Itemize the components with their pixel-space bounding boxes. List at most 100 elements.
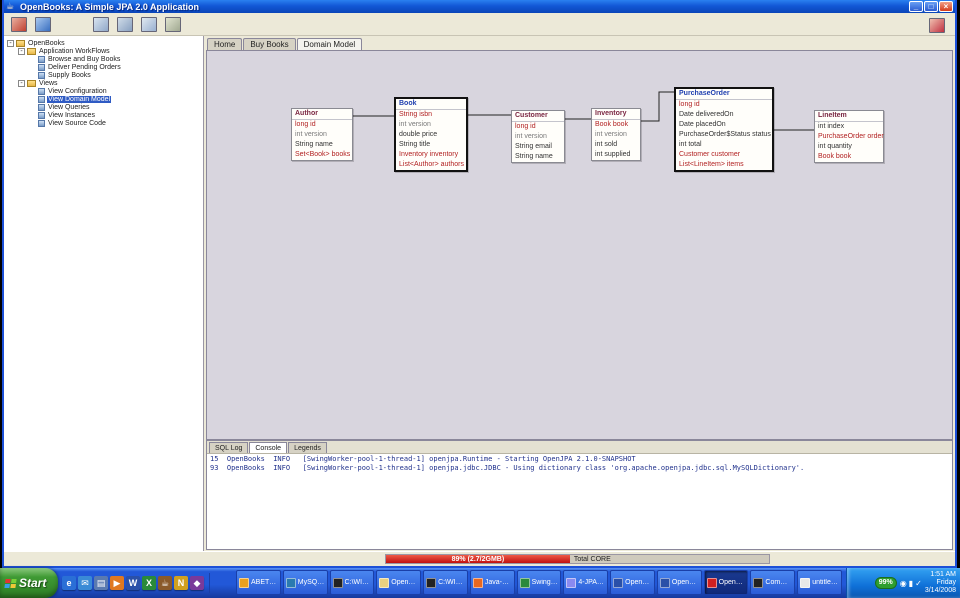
entity-inventory[interactable]: InventoryBook bookint versionint soldint…	[591, 108, 641, 161]
tree-item-application-workflows[interactable]: -Application WorkFlows	[4, 47, 203, 55]
view-thumbnail-3-button[interactable]	[138, 14, 160, 35]
folder-icon	[16, 40, 25, 47]
clock[interactable]: 1:51 AMFriday3/14/2008	[925, 571, 956, 595]
title-bar[interactable]: ☕ OpenBooks: A Simple JPA 2.0 Applicatio…	[4, 0, 955, 13]
entity-lineitem[interactable]: LineItemint indexPurchaseOrder orderint …	[814, 110, 884, 163]
tree-item-openbooks[interactable]: -OpenBooks	[4, 39, 203, 47]
log-tab-legends[interactable]: Legends	[288, 442, 327, 453]
monitor-view-button[interactable]	[32, 14, 54, 35]
window-icon	[426, 578, 436, 588]
entity-field: int quantity	[815, 142, 883, 152]
log-tab-sql-log[interactable]: SQL Log	[209, 442, 248, 453]
battery-badge[interactable]: 99%	[875, 577, 897, 589]
tab-buy-books[interactable]: Buy Books	[243, 38, 295, 50]
tree-item-supply-books[interactable]: Supply Books	[4, 71, 203, 79]
tree-item-view-queries[interactable]: View Queries	[4, 103, 203, 111]
close-button[interactable]: ×	[939, 1, 953, 12]
taskbar-button-label: C:\WINDO...	[345, 579, 372, 586]
tree-item-deliver-pending-orders[interactable]: Deliver Pending Orders	[4, 63, 203, 71]
maximize-button[interactable]: □	[924, 1, 938, 12]
quick-launch-icon-8[interactable]: N	[174, 576, 188, 590]
view-thumbnail-2-button[interactable]	[114, 14, 136, 35]
tree-item-view-configuration[interactable]: View Configuration	[4, 87, 203, 95]
quick-launch-icon-7[interactable]: ☕	[158, 576, 172, 590]
window-icon	[286, 578, 296, 588]
tree-item-views[interactable]: -Views	[4, 79, 203, 87]
taskbar-button-openteso[interactable]: OpenTeso...	[610, 570, 655, 595]
taskbar-button-java-ope[interactable]: Java-ope...	[470, 570, 515, 595]
tree-item-view-domain-model[interactable]: View Domain Model	[4, 95, 203, 103]
entity-field: int version	[512, 132, 564, 142]
view-thumbnail-1-button[interactable]	[90, 14, 112, 35]
entity-author[interactable]: Authorlong idint versionString nameSet<B…	[291, 108, 353, 161]
tree-line	[29, 91, 38, 92]
tree-expand-icon[interactable]: -	[18, 48, 25, 55]
tree-item-label: View Instances	[47, 112, 96, 119]
tray-status-icon[interactable]: ✓	[915, 579, 922, 588]
user-button[interactable]	[926, 15, 948, 36]
view-thumbnail-2-icon	[117, 17, 133, 32]
log-tab-console[interactable]: Console	[249, 442, 287, 453]
quick-launch-icon-1[interactable]: e	[62, 576, 76, 590]
window-icon	[800, 578, 810, 588]
tree-item-browse-and-buy-books[interactable]: Browse and Buy Books	[4, 55, 203, 63]
taskbar-button-c-windo[interactable]: C:\WINDO...	[423, 570, 468, 595]
taskbar-button-swing-j[interactable]: Swing-J...	[517, 570, 562, 595]
tab-domain-model[interactable]: Domain Model	[297, 38, 363, 50]
exit-app-icon	[11, 17, 27, 32]
app-window: ☕ OpenBooks: A Simple JPA 2.0 Applicatio…	[2, 0, 957, 568]
taskbar-button-abet-netw[interactable]: ABET Netw...	[236, 570, 281, 595]
taskbar-button-4-jpa-in-l[interactable]: 4-JPA-in-L...	[563, 570, 608, 595]
start-button-label: Start	[19, 576, 46, 590]
exit-app-button[interactable]	[8, 14, 30, 35]
entity-customer[interactable]: Customerlong idint versionString emailSt…	[511, 110, 565, 163]
taskbar-button-label: Swing-J...	[532, 579, 559, 586]
tray-volume-icon[interactable]: ▮	[909, 579, 913, 588]
tree-item-view-source-code[interactable]: View Source Code	[4, 119, 203, 127]
tree-line	[29, 115, 38, 116]
taskbar-button-openjpa-2[interactable]: OpenJPA-2...	[376, 570, 421, 595]
quick-launch-icon-4[interactable]: ▶	[110, 576, 124, 590]
minimize-button[interactable]: _	[909, 1, 923, 12]
tree-item-label: View Source Code	[47, 120, 107, 127]
console-output: 15 OpenBooks INFO [SwingWorker-pool-1-th…	[207, 453, 952, 549]
taskbar-button-openteso[interactable]: OpenTeso...	[657, 570, 702, 595]
entity-book[interactable]: BookString isbnint versiondouble priceSt…	[394, 97, 468, 172]
tree-expand-icon[interactable]: -	[18, 80, 25, 87]
quick-launch-icon-9[interactable]: ◆	[190, 576, 204, 590]
entity-field: int total	[676, 140, 772, 150]
quick-launch-icon-6[interactable]: X	[142, 576, 156, 590]
entity-field: String title	[396, 140, 466, 150]
entity-field: PurchaseOrder order	[815, 132, 883, 142]
taskbar-button-openbooks[interactable]: OpenBooks	[704, 570, 749, 595]
start-button[interactable]: Start	[0, 568, 58, 598]
window-icon	[379, 578, 389, 588]
taskbar-button-command[interactable]: Command...	[750, 570, 795, 595]
window-icon	[520, 578, 530, 588]
taskbar-button-label: untitled - P...	[812, 579, 839, 586]
entity-header: PurchaseOrder	[676, 89, 772, 100]
entity-field: String name	[512, 152, 564, 162]
view-thumbnail-4-button[interactable]	[162, 14, 184, 35]
taskbar-button-label: OpenBooks	[719, 579, 746, 586]
document-icon	[38, 112, 45, 119]
window-icon	[707, 578, 717, 588]
entity-field: long id	[512, 122, 564, 132]
taskbar-button-mysql-se[interactable]: MySQL Se...	[283, 570, 328, 595]
entity-purchaseorder[interactable]: PurchaseOrderlong idDate deliveredOnDate…	[674, 87, 774, 172]
tree-expand-icon[interactable]: -	[7, 40, 14, 47]
entity-field: Set<Book> books	[292, 150, 352, 160]
entity-field: long id	[676, 100, 772, 110]
tray-network-icon[interactable]: ◉	[900, 579, 907, 588]
java-coffee-icon: ☕	[6, 1, 17, 12]
quick-launch-icon-3[interactable]: ▤	[94, 576, 108, 590]
view-thumbnail-4-icon	[165, 17, 181, 32]
tab-home[interactable]: Home	[207, 38, 242, 50]
quick-launch-icon-5[interactable]: W	[126, 576, 140, 590]
monitor-view-icon	[35, 17, 51, 32]
window-icon	[613, 578, 623, 588]
quick-launch-icon-2[interactable]: ✉	[78, 576, 92, 590]
taskbar-button-untitled-p[interactable]: untitled - P...	[797, 570, 842, 595]
taskbar-button-c-windo[interactable]: C:\WINDO...	[330, 570, 375, 595]
tree-item-view-instances[interactable]: View Instances	[4, 111, 203, 119]
